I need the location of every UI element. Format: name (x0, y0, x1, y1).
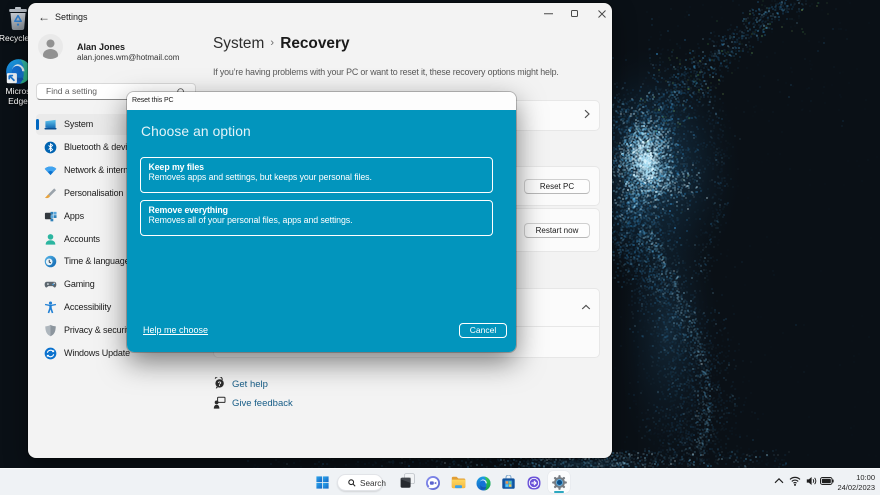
svg-text:?: ? (218, 381, 222, 388)
